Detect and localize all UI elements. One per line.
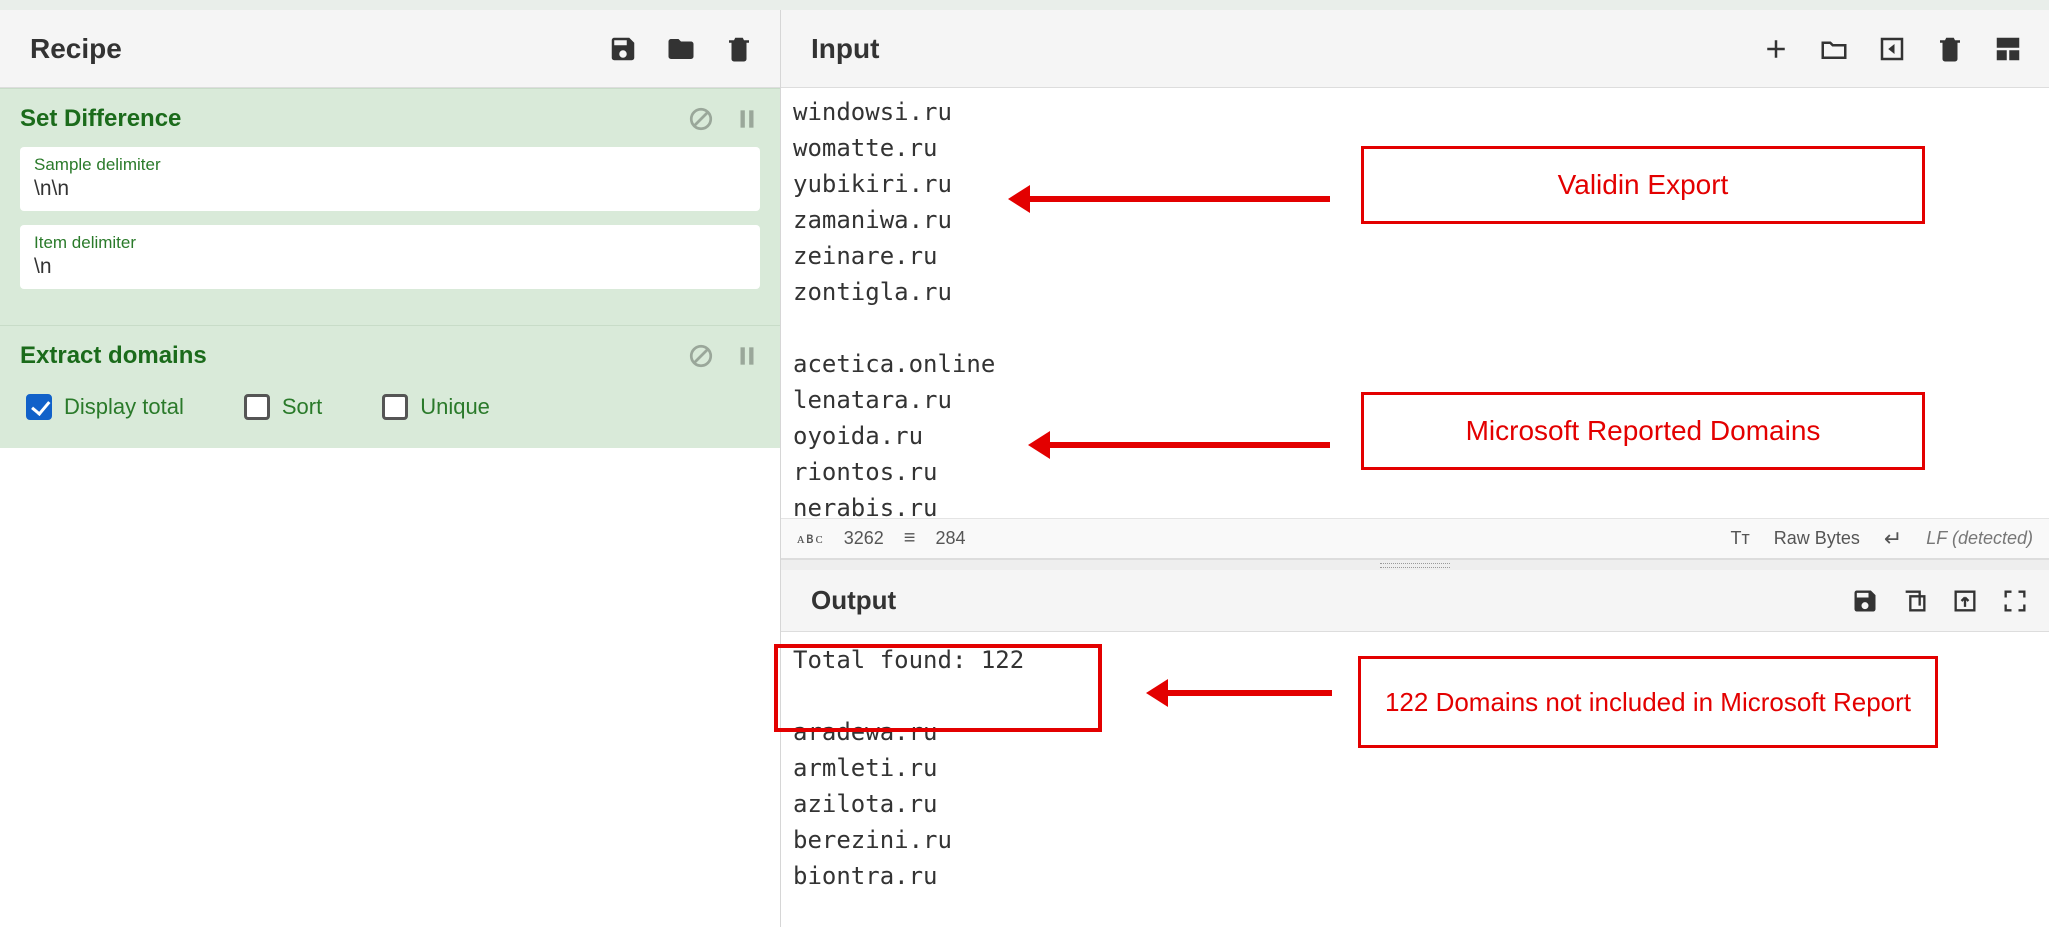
field-value: \n\n [34,177,69,200]
pause-op-icon[interactable] [734,343,760,369]
sample-delimiter-field[interactable]: Sample delimiter \n\n [20,147,760,211]
replace-input-icon[interactable] [1951,587,1979,615]
output-text[interactable]: Total found: 122 aradewa.ru armleti.ru a… [781,632,2049,927]
recipe-header: Recipe [0,10,780,88]
right-pane: Input windowsi.ru womatte.ru yubikiri.ru… [781,10,2049,927]
eol-icon: ↵ [1884,526,1902,552]
field-label: Sample delimiter [34,155,746,175]
open-folder-icon[interactable] [1819,34,1849,64]
open-file-icon[interactable] [1877,34,1907,64]
input-status-bar: ᴀʙᴄ 3262 ≡ 284 Tᴛ Raw Bytes ↵ LF (detect… [781,518,2049,558]
operation-title: Extract domains [20,342,207,370]
operation-title: Set Difference [20,105,181,133]
line-icon: ≡ [904,527,916,550]
checkbox-label: Display total [64,394,184,420]
eol-label: LF (detected) [1926,528,2033,549]
checkbox-icon [26,394,52,420]
input-content: windowsi.ru womatte.ru yubikiri.ru zaman… [793,94,2043,518]
operations-list: Set Difference Sample delimiter \n\n Ite… [0,88,780,927]
save-recipe-icon[interactable] [608,34,638,64]
operation-set-difference: Set Difference Sample delimiter \n\n Ite… [0,88,780,325]
item-delimiter-field[interactable]: Item delimiter \n [20,225,760,289]
pause-op-icon[interactable] [734,106,760,132]
save-output-icon[interactable] [1851,587,1879,615]
maximize-output-icon[interactable] [2001,587,2029,615]
trash-icon[interactable] [724,34,754,64]
raw-bytes-toggle[interactable]: Raw Bytes [1774,528,1860,549]
input-header: Input [781,10,2049,88]
checkbox-label: Unique [420,394,490,420]
input-title: Input [811,33,879,65]
copy-output-icon[interactable] [1901,587,1929,615]
checkbox-unique[interactable]: Unique [382,394,490,420]
char-count: 3262 [844,528,884,549]
output-content: Total found: 122 aradewa.ru armleti.ru a… [793,642,2037,894]
disable-op-icon[interactable] [688,343,714,369]
folder-icon[interactable] [666,34,696,64]
checkbox-label: Sort [282,394,322,420]
field-label: Item delimiter [34,233,746,253]
checkbox-icon [244,394,270,420]
char-icon: ᴀʙᴄ [797,529,824,548]
clear-input-icon[interactable] [1935,34,1965,64]
output-title: Output [811,585,896,616]
line-count: 284 [935,528,965,549]
add-input-icon[interactable] [1761,34,1791,64]
disable-op-icon[interactable] [688,106,714,132]
operation-extract-domains: Extract domains Display total Sort [0,325,780,448]
recipe-title: Recipe [30,33,122,65]
recipe-pane: Recipe Set Difference Sample delimiter [0,10,781,927]
checkbox-sort[interactable]: Sort [244,394,322,420]
reset-layout-icon[interactable] [1993,34,2023,64]
field-value: \n [34,255,52,278]
resize-handle[interactable] [781,560,2049,570]
font-case-icon[interactable]: Tᴛ [1731,528,1750,549]
output-header: Output [781,570,2049,632]
input-text[interactable]: windowsi.ru womatte.ru yubikiri.ru zaman… [781,88,2049,518]
checkbox-display-total[interactable]: Display total [26,394,184,420]
checkbox-icon [382,394,408,420]
